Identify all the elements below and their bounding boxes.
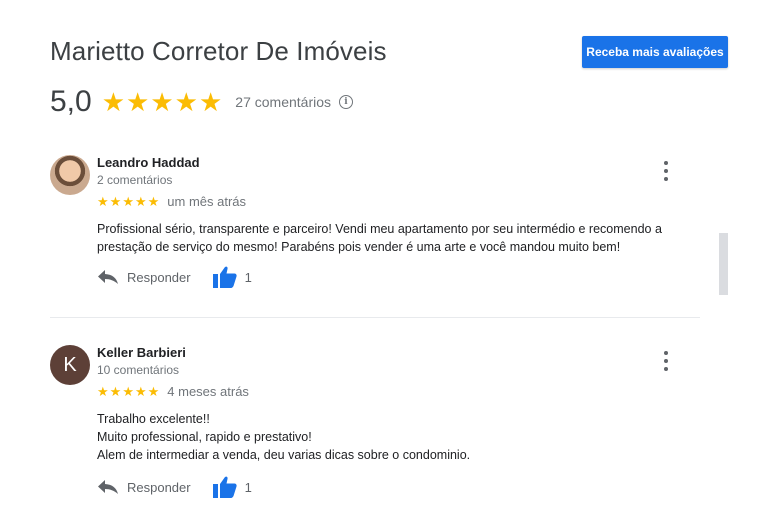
more-options-icon[interactable] [660,161,672,181]
star-icon: ★ [97,384,109,399]
star-icon: ★ [109,194,122,209]
review-text-line: Alem de intermediar a venda, deu varias … [97,448,471,462]
reviewer-name[interactable]: Leandro Haddad [97,155,200,170]
reply-label: Responder [127,479,191,495]
star-icon: ★ [150,87,174,117]
like-button[interactable]: 1 [212,266,252,288]
like-count: 1 [244,479,252,495]
reviewer-review-count: 2 comentários [97,173,173,187]
more-options-icon[interactable] [660,351,672,371]
review-text-line: prestação de serviço do mesmo! Parabéns … [97,240,621,254]
star-icon: ★ [134,194,147,209]
reply-button[interactable]: Responder [97,269,191,285]
star-icon: ★ [134,384,147,399]
review-actions: Responder 1 [97,476,252,498]
review-text-line: Trabalho excelente!! [97,412,210,426]
review-text-line: Muito professional, rapido e prestativo! [97,430,312,444]
info-icon[interactable]: i [339,95,353,109]
review-time: um mês atrás [167,194,247,209]
star-icon: ★ [147,194,160,209]
star-icon: ★ [126,87,150,117]
review-divider [50,317,700,318]
star-icon: ★ [101,87,126,117]
summary-stars: ★ ★ ★ ★ ★ [102,89,224,115]
reply-button[interactable]: Responder [97,479,191,495]
reviewer-name[interactable]: Keller Barbieri [97,345,186,360]
average-rating: 5,0 [50,85,92,118]
star-icon: ★ [174,87,198,117]
avatar[interactable]: K [50,345,90,385]
thumbs-up-icon [212,266,237,288]
like-button[interactable]: 1 [212,476,252,498]
review-actions: Responder 1 [97,266,252,288]
review-text-line: Profissional sério, transparente e parce… [97,222,662,236]
scrollbar-thumb[interactable] [719,233,728,295]
rating-summary: 5,0 ★ ★ ★ ★ ★ 27 comentários i [50,84,353,120]
reply-icon [98,270,118,284]
star-icon: ★ [122,384,134,399]
star-icon: ★ [109,384,122,399]
star-icon: ★ [122,194,134,209]
reply-label: Responder [127,269,191,285]
review-text: Profissional sério, transparente e parce… [97,220,697,256]
star-icon: ★ [198,87,223,117]
star-icon: ★ [147,384,160,399]
review-time: 4 meses atrás [167,384,249,399]
thumbs-up-icon [212,476,237,498]
like-count: 1 [244,269,252,285]
star-icon: ★ [97,194,109,209]
review-rating: ★ ★ ★ ★ ★ 4 meses atrás [97,384,249,399]
get-more-reviews-button[interactable]: Receba mais avaliações [582,36,728,68]
avatar[interactable] [50,155,90,195]
review-rating: ★ ★ ★ ★ ★ um mês atrás [97,194,246,209]
reviewer-review-count: 10 comentários [97,363,180,377]
business-title: Marietto Corretor De Imóveis [50,36,387,66]
review-count[interactable]: 27 comentários [235,94,331,110]
review-text: Trabalho excelente!! Muito professional,… [97,410,697,464]
reply-icon [98,480,118,494]
